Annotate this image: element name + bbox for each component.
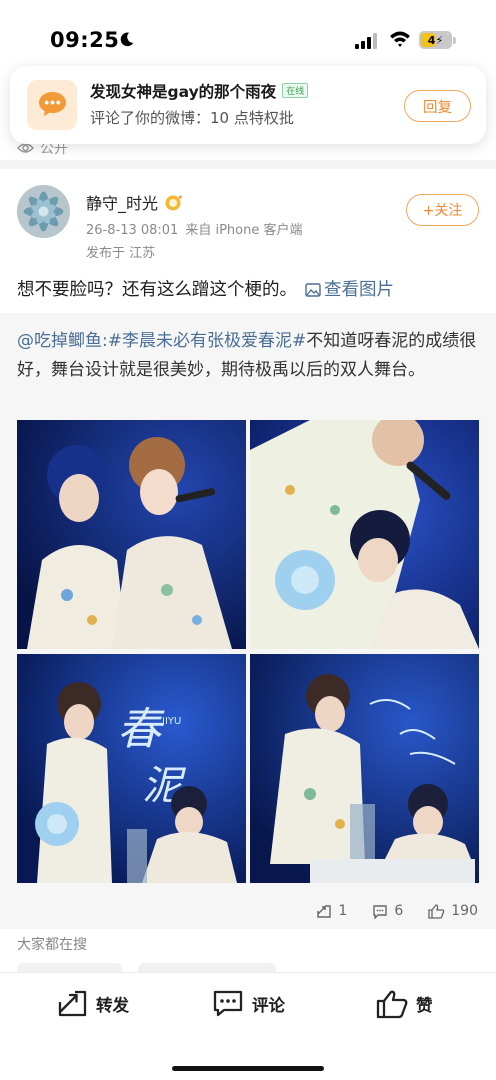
repost-count[interactable]: 1: [316, 903, 347, 919]
thumbs-up-icon: [428, 903, 445, 919]
photo-1[interactable]: [17, 420, 246, 649]
like-action-label: 赞: [416, 996, 433, 1015]
home-indicator[interactable]: [172, 1066, 324, 1071]
comment-action-label: 评论: [252, 995, 285, 1015]
trending-search-label: 大家都在搜: [17, 937, 87, 953]
repost-author-link[interactable]: @吃掉鲫鱼:: [17, 331, 108, 351]
share-icon: [317, 904, 332, 918]
bottom-action-bar: 转发 评论 赞: [0, 972, 496, 1080]
notification-title-text: 发现女神是gay的那个雨夜: [90, 83, 277, 101]
image-icon: [305, 283, 321, 297]
post-source: 来自 iPhone 客户端: [185, 223, 303, 238]
post-date: 26-8-13 08:01: [86, 223, 179, 238]
battery-cap: [453, 37, 456, 44]
photo-2[interactable]: [250, 420, 479, 649]
stage-photo-4: [250, 654, 479, 883]
stage-photo-1: [17, 420, 246, 649]
succulent-avatar-image: [17, 185, 70, 238]
username-text[interactable]: 静守_时光: [86, 190, 158, 214]
repost-icon: [58, 990, 87, 1017]
reposted-card[interactable]: @吃掉鲫鱼:#李晨未必有张极爱春泥#不知道呀春泥的成绩很好，舞台设计就是很美妙，…: [0, 313, 496, 929]
signal-icon: [355, 33, 377, 49]
post-location: 发布于 江苏: [86, 246, 156, 261]
username[interactable]: 静守_时光: [86, 190, 183, 214]
status-time: 09:25: [50, 28, 120, 52]
stage-photo-3: 春 JIYU 泥: [17, 654, 246, 883]
notification-banner[interactable]: 发现女神是gay的那个雨夜 在线 评论了你的微博：10 点特权批 回复: [10, 66, 486, 144]
avatar[interactable]: [17, 185, 70, 238]
reply-button[interactable]: 回复: [404, 90, 471, 122]
caption-chun: 春: [117, 704, 165, 755]
comment-count[interactable]: 6: [372, 903, 403, 919]
repost-count-value: 1: [338, 903, 348, 919]
notification-title: 发现女神是gay的那个雨夜 在线: [90, 80, 309, 102]
repost-action[interactable]: 转发: [57, 989, 129, 1018]
like-count-value: 190: [451, 903, 478, 919]
status-bar: 09:25 4⚡: [0, 0, 496, 70]
repost-action-label: 转发: [96, 995, 129, 1015]
comment-bubble-icon: [213, 990, 243, 1017]
chat-bubble-icon: [39, 91, 66, 117]
comment-count-value: 6: [394, 903, 404, 919]
repost-topic-link[interactable]: #李晨未必有张极爱春泥#: [108, 331, 307, 351]
post-text: 想不要脸吗？还有这么蹭这个梗的。 查看图片: [17, 276, 394, 301]
notification-text: 评论了你的微博：10 点特权批: [90, 109, 294, 127]
charging-icon: ⚡: [435, 33, 444, 47]
like-thumb-icon: [376, 990, 408, 1019]
like-action[interactable]: 赞: [376, 989, 433, 1019]
battery-level: 4⚡: [428, 34, 443, 47]
image-grid: 春 JIYU 泥: [17, 420, 479, 883]
photo-3[interactable]: 春 JIYU 泥: [17, 654, 246, 883]
repost-stats: 1 6 190: [291, 903, 478, 919]
comment-icon: [373, 904, 388, 919]
caption-jiyu: JIYU: [161, 716, 181, 727]
follow-button[interactable]: +关注: [406, 194, 479, 226]
moon-icon: [120, 32, 134, 47]
vip-badge-icon: [165, 194, 183, 210]
comment-action[interactable]: 评论: [212, 989, 285, 1018]
battery-indicator: 4⚡: [419, 31, 452, 49]
repost-text: @吃掉鲫鱼:#李晨未必有张极爱春泥#不知道呀春泥的成绩很好，舞台设计就是很美妙，…: [17, 327, 479, 385]
photo-4[interactable]: [250, 654, 479, 883]
post-meta: 26-8-13 08:01 来自 iPhone 客户端: [86, 219, 310, 238]
post-text-content: 想不要脸吗？还有这么蹭这个梗的。: [17, 280, 297, 300]
notification-app-icon: [27, 80, 77, 130]
online-badge: 在线: [282, 83, 309, 98]
view-image-link[interactable]: 查看图片: [324, 280, 394, 300]
stage-photo-2: [250, 420, 479, 649]
section-divider: [0, 160, 496, 169]
like-count[interactable]: 190: [428, 903, 478, 919]
wifi-icon: [390, 31, 410, 47]
